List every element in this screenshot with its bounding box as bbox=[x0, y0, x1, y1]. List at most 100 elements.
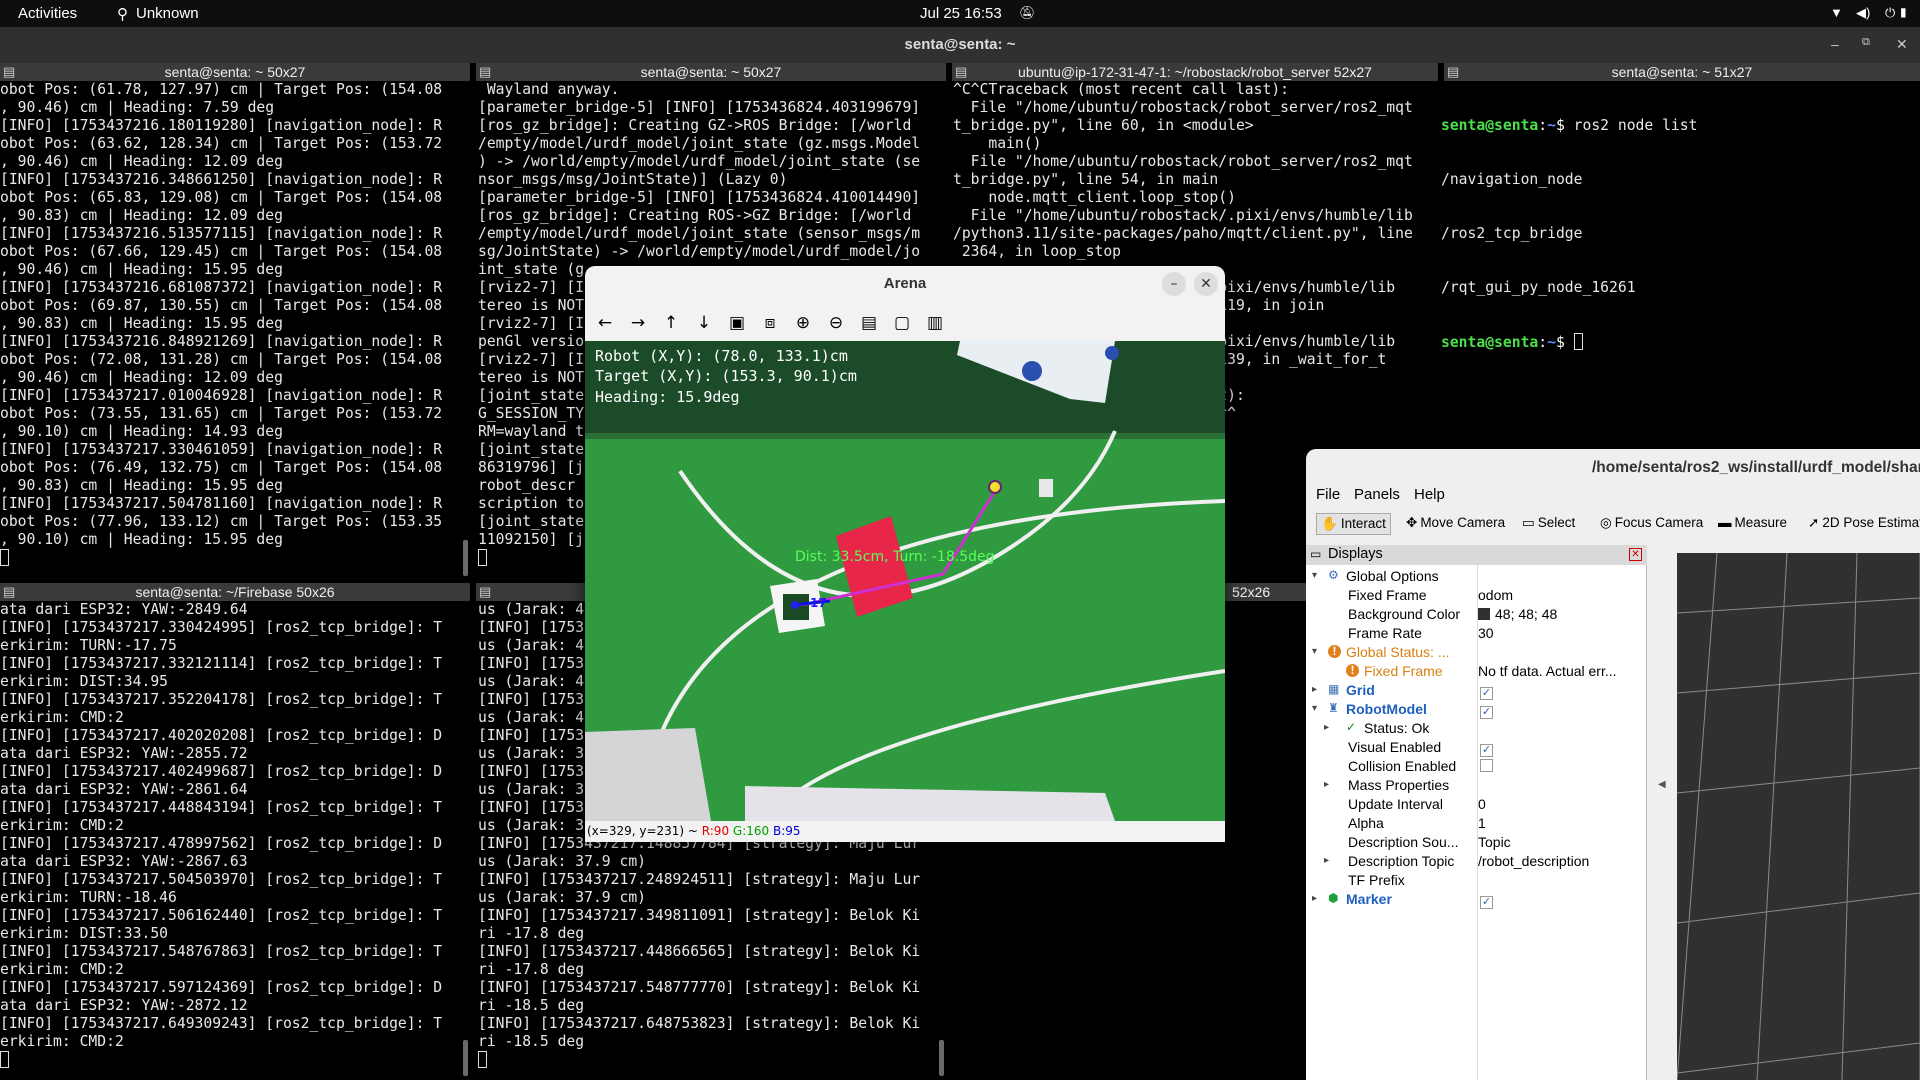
menu-file[interactable]: File bbox=[1316, 486, 1340, 503]
tool-move-camera[interactable]: ✥ Move Camera bbox=[1406, 515, 1505, 537]
zoom-in-icon[interactable]: ⊕ bbox=[790, 311, 816, 337]
display-value: 48; 48; 48 bbox=[1478, 606, 1557, 622]
camera-view[interactable]: Dist: 33.5cm, Turn: -18.5deg 17 Robot (X… bbox=[585, 341, 1225, 821]
app-menu-label[interactable]: Unknown bbox=[136, 5, 199, 22]
app-menu-icon[interactable]: ⚲ bbox=[117, 5, 128, 23]
expand-toggle-icon[interactable]: ▾ bbox=[1312, 646, 1317, 657]
terminal-line: [parameter_bridge-5] [INFO] [1753436824.… bbox=[478, 189, 921, 206]
pane-header-2[interactable]: ▤ senta@senta: ~ 50x27 bbox=[476, 63, 946, 81]
pane-header-1[interactable]: ▤ senta@senta: ~ 50x27 bbox=[0, 63, 470, 81]
arena-close-button[interactable]: ✕ bbox=[1194, 272, 1218, 296]
terminal-window-titlebar[interactable]: senta@senta: ~ – ⧉ ✕ bbox=[0, 27, 1920, 63]
display-value[interactable] bbox=[1480, 758, 1493, 774]
terminal-line: erkirim: DIST:33.50 bbox=[0, 925, 169, 942]
terminal-line: [INFO] [1753437217.548777770] [strategy]… bbox=[478, 979, 921, 996]
terminal-line: , 90.46) cm | Heading: 15.95 deg bbox=[0, 261, 283, 278]
tool-interact[interactable]: ✋ Interact bbox=[1316, 513, 1391, 535]
display-value[interactable]: ✓ bbox=[1480, 739, 1493, 757]
properties-icon[interactable]: ▥ bbox=[922, 311, 948, 337]
color-swatch[interactable] bbox=[1478, 608, 1490, 620]
pane-header-5[interactable]: ▤ senta@senta: ~/Firebase 50x26 bbox=[0, 583, 470, 601]
3d-viewport[interactable] bbox=[1677, 553, 1920, 1080]
rviz-window[interactable]: /home/senta/ros2_ws/install/urdf_model/s… bbox=[1306, 449, 1920, 1080]
checkbox[interactable] bbox=[1480, 759, 1493, 772]
expand-toggle-icon[interactable]: ▾ bbox=[1312, 703, 1317, 714]
display-value: Topic bbox=[1478, 834, 1511, 850]
warn-icon: ! bbox=[1328, 645, 1341, 658]
terminal-line: obot Pos: (72.08, 131.28) cm | Target Po… bbox=[0, 351, 443, 368]
tool-label: Select bbox=[1537, 515, 1576, 530]
display-value[interactable]: ✓ bbox=[1480, 891, 1493, 909]
checkbox[interactable]: ✓ bbox=[1480, 896, 1493, 909]
arena-minimize-button[interactable]: – bbox=[1162, 272, 1186, 296]
terminal-line: , 90.46) cm | Heading: 12.09 deg bbox=[0, 369, 283, 386]
display-key: Grid bbox=[1346, 682, 1375, 698]
volume-icon[interactable]: ◀) bbox=[1856, 5, 1870, 21]
tool-2d-pose-estimate[interactable]: ➚ 2D Pose Estimate bbox=[1808, 515, 1920, 537]
terminal-navigation-node[interactable]: obot Pos: (61.78, 127.97) cm | Target Po… bbox=[0, 81, 462, 581]
checkbox[interactable]: ✓ bbox=[1480, 687, 1493, 700]
close-button[interactable]: ✕ bbox=[1896, 36, 1908, 53]
terminal-line: t_bridge.py", line 60, in <module> bbox=[953, 117, 1254, 134]
expand-toggle-icon[interactable]: ▸ bbox=[1324, 855, 1329, 866]
arrow-down-icon[interactable]: ↓ bbox=[691, 311, 717, 337]
zoom-region-icon[interactable]: ⧈ bbox=[757, 311, 783, 337]
wifi-icon[interactable]: ▼ bbox=[1830, 5, 1843, 20]
scrollbar[interactable] bbox=[939, 1040, 944, 1076]
checkbox[interactable]: ✓ bbox=[1480, 744, 1493, 757]
zoom-fit-icon[interactable]: ▣ bbox=[724, 311, 750, 337]
robot-icon: ♜ bbox=[1328, 701, 1339, 715]
display-key: Fixed Frame bbox=[1364, 663, 1443, 679]
display-key: Global Status: ... bbox=[1346, 644, 1450, 660]
terminal-line: main() bbox=[953, 135, 1042, 152]
checkbox[interactable]: ✓ bbox=[1480, 706, 1493, 719]
terminal-node-list[interactable]: senta@senta:~$ ros2 node list /navigatio… bbox=[1441, 81, 1920, 451]
pane-header-3[interactable]: ▤ ubuntu@ip-172-31-47-1: ~/robostack/robo… bbox=[952, 63, 1438, 81]
terminal-line: [INFO] [1753437216.180119280] [navigatio… bbox=[0, 117, 443, 134]
terminal-line: ) -> /world/empty/model/urdf_model/joint… bbox=[478, 153, 921, 170]
display-value: /robot_description bbox=[1478, 853, 1590, 869]
display-value[interactable]: ✓ bbox=[1480, 682, 1493, 700]
activities-button[interactable]: Activities bbox=[18, 5, 77, 22]
menu-panels[interactable]: Panels bbox=[1354, 486, 1400, 503]
terminal-line: obot Pos: (76.49, 132.75) cm | Target Po… bbox=[0, 459, 443, 476]
display-key: Global Options bbox=[1346, 568, 1439, 584]
zoom-out-icon[interactable]: ⊖ bbox=[823, 311, 849, 337]
arrow-left-icon[interactable]: ← bbox=[592, 311, 618, 337]
display-key: Description Topic bbox=[1348, 853, 1455, 869]
tool-measure[interactable]: ▬ Measure bbox=[1718, 515, 1787, 537]
pane-header-4[interactable]: ▤ senta@senta: ~ 51x27 bbox=[1444, 63, 1920, 81]
system-top-bar: Activities ⚲ Unknown Jul 25 16:53 🔕︎ ▼ ◀… bbox=[0, 0, 1920, 27]
collapse-handle-icon[interactable]: ◀ bbox=[1658, 779, 1666, 790]
scrollbar[interactable] bbox=[463, 1040, 468, 1076]
copy-icon[interactable]: ▢ bbox=[889, 311, 915, 337]
terminal-line: ri -18.5 deg bbox=[478, 1033, 585, 1050]
terminal-line: [INFO] [1753437217.330424995] [ros2_tcp_… bbox=[0, 619, 443, 636]
expand-toggle-icon[interactable]: ▸ bbox=[1324, 779, 1329, 790]
expand-toggle-icon[interactable]: ▸ bbox=[1312, 684, 1317, 695]
tool-focus-camera[interactable]: ◎ Focus Camera bbox=[1600, 515, 1703, 537]
scrollbar[interactable] bbox=[463, 540, 468, 576]
arena-window[interactable]: Arena – ✕ ← → ↑ ↓ ▣ ⧈ ⊕ ⊖ ▤ ▢ ▥ Dist: 33.5cm, Turn… bbox=[585, 266, 1225, 842]
display-value[interactable]: ✓ bbox=[1480, 701, 1493, 719]
terminal-line: , 90.46) cm | Heading: 12.09 deg bbox=[0, 153, 283, 170]
minimize-button[interactable]: – bbox=[1831, 36, 1839, 52]
arrow-up-icon[interactable]: ↑ bbox=[658, 311, 684, 337]
power-icon[interactable]: ⏻ bbox=[1885, 5, 1895, 21]
clock[interactable]: Jul 25 16:53 bbox=[920, 5, 1002, 22]
terminal-line: obot Pos: (77.96, 133.12) cm | Target Po… bbox=[0, 513, 443, 530]
save-icon[interactable]: ▤ bbox=[856, 311, 882, 337]
tool-label: Focus Camera bbox=[1614, 515, 1704, 530]
cursor bbox=[0, 1051, 9, 1068]
tool-select[interactable]: ▭ Select bbox=[1522, 515, 1575, 537]
close-panel-icon[interactable]: ✕ bbox=[1629, 548, 1642, 561]
menu-help[interactable]: Help bbox=[1414, 486, 1445, 503]
arrow-right-icon[interactable]: → bbox=[625, 311, 651, 337]
maximize-button[interactable]: ⧉ bbox=[1862, 36, 1870, 49]
expand-toggle-icon[interactable]: ▸ bbox=[1324, 722, 1329, 733]
expand-toggle-icon[interactable]: ▾ bbox=[1312, 570, 1317, 581]
expand-toggle-icon[interactable]: ▸ bbox=[1312, 893, 1317, 904]
displays-panel[interactable]: ▭ Displays ✕ ▾ ⚙ Global Options Fixed Frame… bbox=[1306, 545, 1647, 1080]
terminal-line: , 90.10) cm | Heading: 15.95 deg bbox=[0, 531, 283, 548]
terminal-tcp-bridge[interactable]: ata dari ESP32: YAW:-2849.64 [INFO] [1753… bbox=[0, 601, 462, 1080]
